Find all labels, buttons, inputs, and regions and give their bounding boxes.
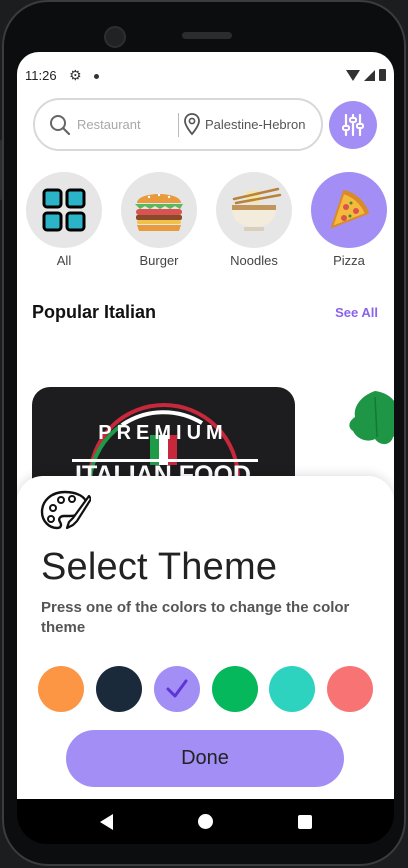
section-title: Popular Italian <box>32 302 157 322</box>
search-icon <box>50 115 71 136</box>
category-noodles-circle[interactable] <box>216 172 292 248</box>
location-selector[interactable]: Palestine-Hebron <box>205 117 305 132</box>
category-noodles[interactable]: Noodles <box>215 172 293 268</box>
category-list: All Burger Noodles Pizza <box>23 172 394 272</box>
app-screen: 11:26 ⚙ Restaurant Palestine-Hebron All … <box>17 52 394 799</box>
sheet-title: Select Theme <box>41 546 278 588</box>
search-divider <box>178 113 179 137</box>
filter-button[interactable] <box>329 101 377 149</box>
category-burger-circle[interactable] <box>121 172 197 248</box>
category-all[interactable]: All <box>25 172 103 268</box>
sheet-subtitle: Press one of the colors to change the co… <box>41 599 350 636</box>
category-all-circle[interactable] <box>26 172 102 248</box>
settings-icon: ⚙ <box>69 67 82 83</box>
status-icons <box>346 69 386 81</box>
speaker <box>182 32 232 39</box>
pizza-icon <box>330 189 370 229</box>
notification-dot-icon <box>94 74 99 79</box>
checkmark-icon <box>166 679 188 698</box>
swatch-dark-navy[interactable] <box>96 666 142 712</box>
search-input[interactable]: Restaurant <box>77 117 141 132</box>
swatch-orange[interactable] <box>38 666 84 712</box>
battery-icon <box>379 69 386 81</box>
swatch-teal[interactable] <box>269 666 315 712</box>
burger-icon <box>135 193 183 231</box>
category-pizza[interactable]: Pizza <box>310 172 388 268</box>
swatch-green[interactable] <box>212 666 258 712</box>
category-label: Noodles <box>230 253 278 268</box>
swatch-coral[interactable] <box>327 666 373 712</box>
home-icon[interactable] <box>197 814 213 829</box>
search-bar[interactable]: Restaurant Palestine-Hebron <box>33 98 323 151</box>
promo-brand: PREMIUM <box>98 422 227 444</box>
sliders-icon <box>342 113 364 137</box>
done-button[interactable]: Done <box>66 730 344 787</box>
status-bar: 11:26 ⚙ <box>17 66 394 86</box>
status-time: 11:26 <box>25 68 57 83</box>
category-label: Burger <box>139 253 179 268</box>
category-pizza-circle[interactable] <box>311 172 387 248</box>
system-nav-bar <box>17 799 394 844</box>
category-label: All <box>56 253 72 268</box>
category-label: Pizza <box>333 253 365 268</box>
swatch-purple[interactable] <box>154 666 200 712</box>
wifi-icon <box>346 69 360 81</box>
category-burger[interactable]: Burger <box>120 172 198 268</box>
color-swatches <box>38 666 378 714</box>
palette-icon <box>40 490 91 530</box>
noodles-icon <box>232 187 282 231</box>
grid-icon <box>42 188 86 232</box>
back-icon[interactable] <box>99 813 113 830</box>
see-all-link[interactable]: See All <box>335 305 378 320</box>
camera <box>104 26 126 48</box>
location-pin-icon <box>184 113 200 136</box>
signal-icon <box>364 69 375 81</box>
theme-bottom-sheet: Select Theme Press one of the colors to … <box>17 476 394 799</box>
phone-frame: 11:26 ⚙ Restaurant Palestine-Hebron All … <box>2 0 406 866</box>
basil-leaf-image <box>349 391 394 444</box>
recents-icon[interactable] <box>297 814 312 829</box>
